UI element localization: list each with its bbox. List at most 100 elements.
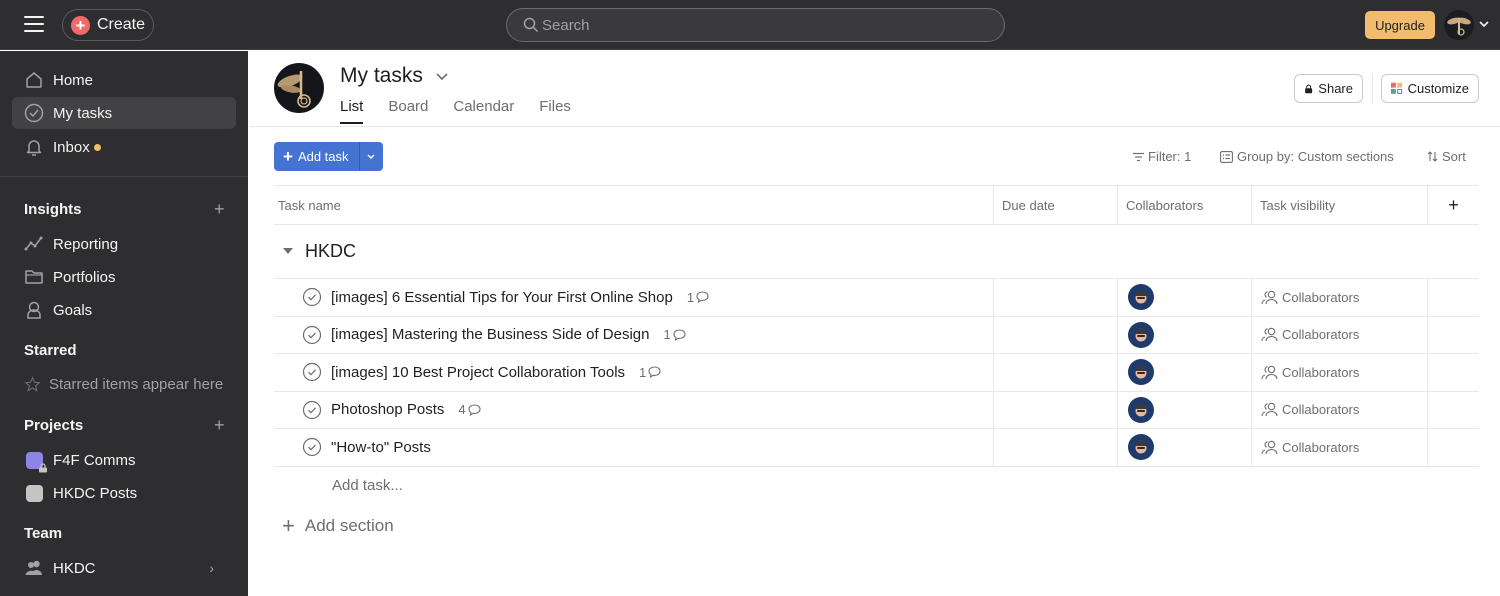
sort-button[interactable]: Sort: [1427, 149, 1466, 164]
collaborator-avatar[interactable]: [1128, 359, 1154, 386]
task-name[interactable]: "How-to" Posts: [331, 439, 431, 456]
collaborator-avatar[interactable]: [1128, 321, 1154, 348]
task-row[interactable]: [images] 10 Best Project Collaboration T…: [274, 354, 1479, 392]
top-bar: + Create Search Upgrade: [0, 0, 1500, 50]
sidebar-item-home[interactable]: Home: [12, 64, 236, 96]
add-task-dropdown[interactable]: [359, 142, 383, 171]
due-date-cell[interactable]: [993, 391, 1117, 428]
empty-cell: [1427, 354, 1479, 391]
upgrade-button[interactable]: Upgrade: [1365, 11, 1435, 39]
group-by-button[interactable]: Group by: Custom sections: [1220, 149, 1394, 164]
visibility-cell[interactable]: Collaborators: [1251, 316, 1427, 353]
comment-count[interactable]: 1: [664, 327, 686, 342]
collaborator-avatar[interactable]: [1128, 284, 1154, 311]
due-date-cell[interactable]: [993, 316, 1117, 353]
avatar-face-icon: [1135, 441, 1147, 454]
starred-empty-state: Starred items appear here: [24, 376, 223, 393]
task-row[interactable]: [images] 6 Essential Tips for Your First…: [274, 279, 1479, 317]
visibility-cell[interactable]: Collaborators: [1251, 429, 1427, 466]
visibility-cell[interactable]: Collaborators: [1251, 391, 1427, 428]
sidebar-item-goals[interactable]: Goals: [12, 294, 236, 326]
customize-button[interactable]: Customize: [1381, 74, 1479, 103]
sidebar-item-label: Home: [53, 71, 94, 89]
task-name[interactable]: [images] Mastering the Business Side of …: [331, 326, 650, 343]
sidebar-item-portfolios[interactable]: Portfolios: [12, 261, 236, 293]
create-label: Create: [97, 16, 146, 33]
visibility-cell[interactable]: Collaborators: [1251, 279, 1427, 316]
tab-list[interactable]: List: [340, 98, 364, 124]
avatar-face-icon: [1135, 403, 1147, 417]
task-name[interactable]: [images] 10 Best Project Collaboration T…: [331, 364, 625, 381]
column-header-task-name[interactable]: Task name: [274, 186, 993, 224]
task-name[interactable]: Photoshop Posts: [331, 401, 444, 418]
add-section-button[interactable]: + Add section: [282, 515, 394, 537]
section-title[interactable]: HKDC: [305, 241, 356, 262]
add-task-button-group: + Add task: [274, 142, 383, 171]
sidebar-project-f4f-comms[interactable]: F4F Comms: [12, 444, 236, 476]
collaborator-avatar[interactable]: [1128, 396, 1154, 423]
comment-count[interactable]: 1: [687, 290, 709, 305]
plus-icon: +: [282, 513, 295, 538]
tab-files[interactable]: Files: [539, 98, 571, 124]
collaborators-cell[interactable]: [1117, 391, 1251, 428]
column-header-due-date[interactable]: Due date: [993, 186, 1117, 224]
comment-icon: [468, 404, 481, 416]
add-task-button[interactable]: + Add task: [274, 142, 360, 171]
caret-down-icon[interactable]: [283, 248, 293, 255]
due-date-cell[interactable]: [993, 279, 1117, 316]
project-color-icon: [25, 451, 47, 472]
hamburger-icon[interactable]: [24, 16, 44, 34]
collaborators-cell[interactable]: [1117, 354, 1251, 391]
filter-icon: [1133, 152, 1144, 161]
complete-task-checkbox-icon[interactable]: [302, 325, 322, 345]
add-column-icon[interactable]: +: [1427, 186, 1479, 224]
add-project-icon[interactable]: +: [214, 416, 225, 434]
goal-person-icon: [24, 300, 44, 320]
task-name[interactable]: [images] 6 Essential Tips for Your First…: [331, 289, 673, 306]
complete-task-checkbox-icon[interactable]: [302, 287, 322, 307]
add-insight-icon[interactable]: +: [214, 200, 225, 218]
sidebar-item-my-tasks[interactable]: My tasks: [12, 97, 236, 129]
collaborators-cell[interactable]: [1117, 279, 1251, 316]
comment-count[interactable]: 4: [458, 402, 481, 417]
chevron-down-icon[interactable]: [1478, 19, 1490, 29]
task-row[interactable]: Photoshop Posts 4 Collaborators: [274, 391, 1479, 429]
avatar-face-icon: [1135, 328, 1147, 342]
complete-task-checkbox-icon[interactable]: [302, 400, 322, 420]
empty-cell: [1427, 391, 1479, 428]
search-input[interactable]: Search: [506, 8, 1005, 42]
task-row[interactable]: [images] Mastering the Business Side of …: [274, 316, 1479, 354]
column-header-task-visibility[interactable]: Task visibility: [1251, 186, 1427, 224]
chevron-right-icon[interactable]: ›: [209, 560, 214, 576]
tab-board[interactable]: Board: [388, 98, 428, 124]
add-task-inline[interactable]: Add task...: [274, 467, 1479, 505]
chevron-down-icon[interactable]: [435, 71, 449, 81]
filter-button[interactable]: Filter: 1: [1133, 149, 1191, 164]
complete-task-checkbox-icon[interactable]: [302, 362, 322, 382]
due-date-cell[interactable]: [993, 429, 1117, 466]
comment-count[interactable]: 1: [639, 365, 661, 380]
collaborators-cell[interactable]: [1117, 429, 1251, 466]
page-title: My tasks: [340, 64, 449, 88]
collaborator-avatar[interactable]: [1128, 434, 1154, 461]
dragonfly-icon: [277, 71, 311, 108]
collaborators-icon: [1261, 365, 1278, 379]
share-button[interactable]: Share: [1294, 74, 1363, 103]
user-avatar[interactable]: [1444, 10, 1474, 40]
visibility-cell[interactable]: Collaborators: [1251, 354, 1427, 391]
collaborators-cell[interactable]: [1117, 316, 1251, 353]
sidebar-item-inbox[interactable]: Inbox: [12, 131, 236, 163]
due-date-cell[interactable]: [993, 354, 1117, 391]
column-header-collaborators[interactable]: Collaborators: [1117, 186, 1251, 224]
sidebar-item-reporting[interactable]: Reporting: [12, 228, 236, 260]
complete-task-checkbox-icon[interactable]: [302, 437, 322, 457]
table-header: Task name Due date Collaborators Task vi…: [274, 185, 1479, 225]
tab-calendar[interactable]: Calendar: [453, 98, 514, 124]
sidebar: Home My tasks Inbox Insights + Reporting…: [0, 51, 248, 596]
sidebar-project-hkdc-posts[interactable]: HKDC Posts: [12, 477, 236, 509]
sidebar-team-hkdc[interactable]: HKDC ›: [12, 552, 236, 584]
create-button[interactable]: + Create: [62, 9, 154, 41]
customize-icon: [1391, 82, 1403, 94]
task-row[interactable]: "How-to" Posts Collaborators: [274, 429, 1479, 467]
bell-icon: [24, 137, 44, 157]
